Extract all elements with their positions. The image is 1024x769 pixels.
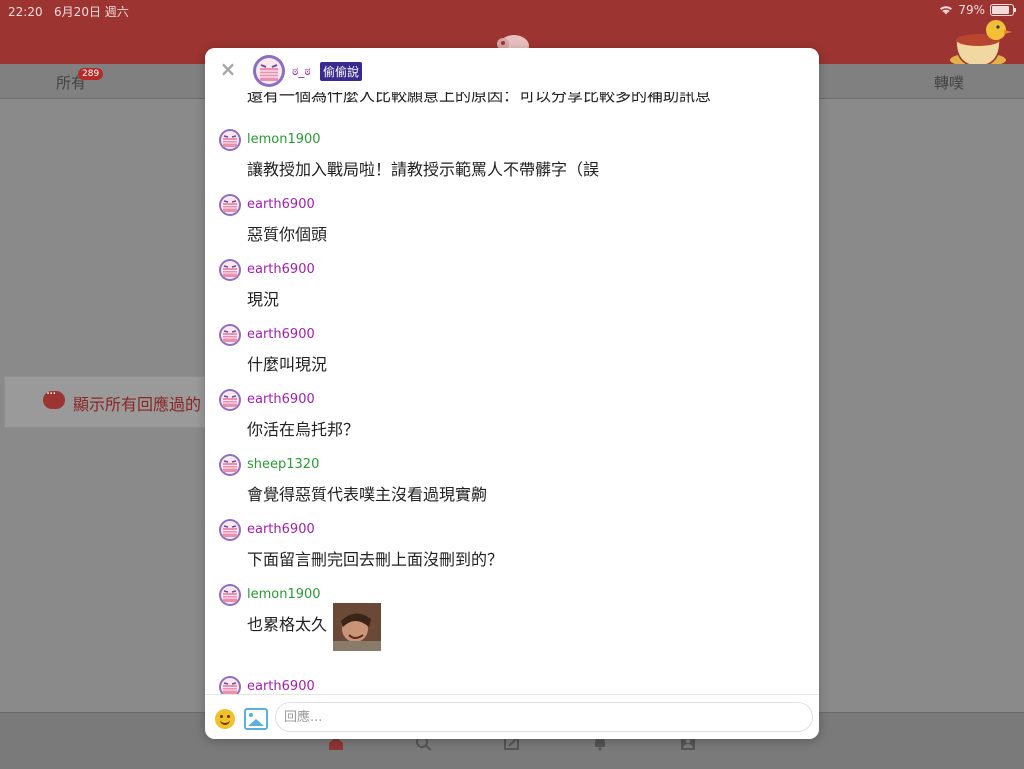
poster-avatar[interactable] xyxy=(253,55,285,87)
response-text-content: 會覺得惡質代表噗主沒看過現實齁 xyxy=(247,485,488,504)
response-username[interactable]: earth6900 xyxy=(247,392,315,407)
response-text: 惡質你個頭 xyxy=(247,221,327,245)
clock-text: 22:20 xyxy=(8,5,43,19)
modal-header: × ಠ_ಠ 偷偷說 xyxy=(205,48,819,92)
tab-replurk-label: 轉噗 xyxy=(934,74,965,92)
response-text-content: 也累格太久 xyxy=(247,615,328,634)
poster-name[interactable]: ಠ_ಠ xyxy=(292,64,311,79)
response-text: 現況 xyxy=(247,286,279,310)
response-username[interactable]: earth6900 xyxy=(247,262,315,277)
response-text: 什麼叫現況 xyxy=(247,351,327,375)
response-text-content: 讓教授加入戰局啦！請教授示範罵人不帶髒字（誤 xyxy=(247,160,600,179)
response-username[interactable]: earth6900 xyxy=(247,327,315,342)
user-avatar[interactable] xyxy=(219,454,241,476)
qualifier-badge: 偷偷說 xyxy=(320,62,363,81)
show-responded-label: 顯示所有回應過的 xyxy=(73,395,202,414)
user-avatar[interactable] xyxy=(219,676,241,694)
inline-photo[interactable] xyxy=(333,603,382,651)
close-icon[interactable]: × xyxy=(219,59,237,79)
response-username[interactable]: earth6900 xyxy=(247,679,315,694)
mascot-teacup-icon xyxy=(950,20,1012,67)
status-bar: 22:20 6月20日 週六 79% xyxy=(0,0,1024,20)
image-upload-icon[interactable] xyxy=(244,708,268,730)
battery-icon xyxy=(990,4,1016,16)
reply-composer xyxy=(205,694,819,739)
battery-percent: 79% xyxy=(958,3,985,17)
response-thread-modal: 還有一個為什麼人比較願意上的原因：可以分享比較多的補助訊息 lemon1900 讓… xyxy=(205,48,819,739)
response-username[interactable]: lemon1900 xyxy=(247,587,321,602)
user-avatar[interactable] xyxy=(219,324,241,346)
battery-fill xyxy=(992,6,1010,14)
user-avatar[interactable] xyxy=(219,584,241,606)
response-text-content: 下面留言刪完回去刪上面沒刪到的？ xyxy=(247,550,504,569)
status-time: 22:20 6月20日 週六 xyxy=(8,3,129,20)
tab-all-badge: 289 xyxy=(78,68,104,80)
response-username[interactable]: earth6900 xyxy=(247,197,315,212)
wifi-icon xyxy=(939,5,953,15)
response-username[interactable]: lemon1900 xyxy=(247,132,321,147)
response-text: 會覺得惡質代表噗主沒看過現實齁 xyxy=(247,481,487,505)
show-responded-button[interactable]: 顯示所有回應過的 xyxy=(4,376,216,428)
speech-bubble-icon xyxy=(43,387,65,409)
user-avatar[interactable] xyxy=(219,129,241,151)
response-list[interactable]: 還有一個為什麼人比較願意上的原因：可以分享比較多的補助訊息 lemon1900 讓… xyxy=(205,84,819,694)
response-text: 讓教授加入戰局啦！請教授示範罵人不帶髒字（誤 xyxy=(247,156,599,180)
user-avatar[interactable] xyxy=(219,194,241,216)
response-username[interactable]: sheep1320 xyxy=(247,457,319,472)
response-text-content: 什麼叫現況 xyxy=(247,355,328,374)
date-text: 6月20日 週六 xyxy=(54,5,129,19)
user-avatar[interactable] xyxy=(219,389,241,411)
tab-replurk[interactable]: 轉噗 xyxy=(934,72,964,93)
user-avatar[interactable] xyxy=(219,519,241,541)
emoji-icon[interactable] xyxy=(215,709,235,729)
status-right: 79% xyxy=(939,3,1016,17)
response-text-content: 現況 xyxy=(247,290,280,309)
response-text: 下面留言刪完回去刪上面沒刪到的？ xyxy=(247,546,503,570)
response-text: 也累格太久 xyxy=(247,603,382,651)
response-text: 你活在烏托邦？ xyxy=(247,416,359,440)
response-username[interactable]: earth6900 xyxy=(247,522,315,537)
reply-input[interactable] xyxy=(275,702,813,732)
user-avatar[interactable] xyxy=(219,259,241,281)
response-text-content: 惡質你個頭 xyxy=(247,225,328,244)
response-text-content: 你活在烏托邦？ xyxy=(247,420,360,439)
